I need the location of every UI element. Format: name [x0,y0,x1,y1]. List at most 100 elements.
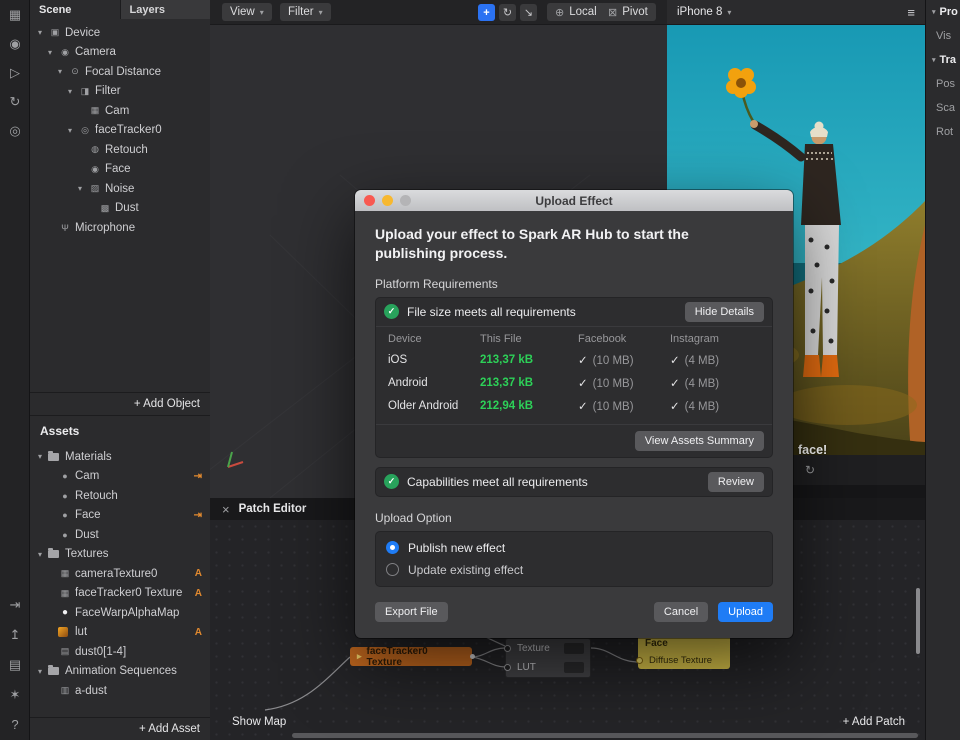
radio-unselected-icon[interactable] [386,563,399,577]
asset-label: Dust [75,528,99,541]
scale-tool-button[interactable]: ↘ [520,4,537,21]
asset-label: Textures [65,548,109,561]
disclosure-triangle-icon[interactable]: ▾ [68,126,78,135]
add-asset-button[interactable]: + Add Asset [30,717,210,740]
view-dropdown-label: View [230,6,255,18]
archive-icon[interactable]: ▤ [9,658,21,672]
export-file-button[interactable]: Export File [375,601,448,622]
asset-folder-materials[interactable]: ▾ Materials [30,447,210,467]
tree-item-retouch[interactable]: ◍ Retouch [30,140,210,160]
inspector-row-rot[interactable]: Rot [926,120,960,144]
patch-input-texture[interactable]: Texture [506,639,590,658]
disclosure-triangle-icon[interactable]: ▾ [48,48,58,57]
asset-item-a-dust[interactable]: ▥ a-dust [30,681,210,701]
move-tool-button[interactable]: + [478,4,495,21]
asset-item-retouch[interactable]: ● Retouch [30,486,210,506]
zoom-window-button[interactable] [400,195,411,206]
inspector-label: Sca [936,102,955,114]
upload-button[interactable]: Upload [718,601,773,622]
tree-item-label: Noise [105,182,135,195]
filter-dropdown[interactable]: Filter ▾ [280,3,331,21]
disclosure-triangle-icon[interactable]: ▾ [38,28,48,37]
disclosure-triangle-icon[interactable]: ▾ [78,184,88,193]
tree-item-face[interactable]: ◉ Face [30,160,210,180]
hide-details-button[interactable]: Hide Details [684,301,764,322]
patch-value-chip[interactable] [564,643,584,654]
review-button[interactable]: Review [707,471,764,492]
inspector-section-pro[interactable]: ▾ Pro [926,0,960,24]
play-icon[interactable]: ▷ [10,66,20,80]
tree-item-device[interactable]: ▾ ▣ Device [30,23,210,43]
camera-icon[interactable]: ◉ [9,37,20,51]
patch-face-material[interactable]: Face Diffuse Texture [638,635,730,669]
tab-layers[interactable]: Layers [119,0,210,19]
tree-item-camera[interactable]: ▾ ◉ Camera [30,43,210,63]
patch-facetracker0-texture[interactable]: ▸ faceTracker0 Texture [350,646,475,668]
show-map-button[interactable]: Show Map [232,716,286,728]
asset-item-lut[interactable]: lut A [30,623,210,643]
asset-item-cam[interactable]: ● Cam ⇥ [30,467,210,487]
restart-icon[interactable]: ↻ [10,95,21,109]
cancel-button[interactable]: Cancel [653,601,709,622]
tree-item-noise[interactable]: ▾ ▨ Noise [30,179,210,199]
disclosure-triangle-icon[interactable]: ▾ [38,667,48,676]
patch-lut[interactable]: Texture LUT [505,638,591,678]
disclosure-triangle-icon[interactable]: ▾ [58,67,68,76]
bug-icon[interactable]: ✶ [10,688,21,702]
asset-item-face[interactable]: ● Face ⇥ [30,506,210,526]
disclosure-triangle-icon[interactable]: ▾ [38,550,48,559]
inspector-row-sca[interactable]: Sca [926,96,960,120]
tree-item-facetracker0[interactable]: ▾ ◎ faceTracker0 [30,121,210,141]
radio-selected-icon[interactable] [386,541,399,555]
workspace-grid-icon[interactable]: ▦ [9,8,21,22]
tree-item-label: Microphone [75,221,136,234]
close-window-button[interactable] [364,195,375,206]
minimize-window-button[interactable] [382,195,393,206]
disclosure-triangle-icon[interactable]: ▾ [38,452,48,461]
transform-tool-group: + ↻ ↘ [478,4,537,21]
patch-value-chip[interactable] [564,662,584,673]
view-assets-summary-button[interactable]: View Assets Summary [634,430,764,451]
tree-item-filter[interactable]: ▾ ◨ Filter [30,82,210,102]
texture-icon: ▦ [60,568,70,579]
asset-item-facetracker0-texture[interactable]: ▦ faceTracker0 Texture A [30,584,210,604]
patch-input-lut[interactable]: LUT [506,658,590,677]
rotate-tool-button[interactable]: ↻ [499,4,516,21]
asset-item-facewarpalphamap[interactable]: ● FaceWarpAlphaMap [30,603,210,623]
disclosure-triangle-icon[interactable]: ▾ [68,87,78,96]
face-tracker-icon: ◎ [81,124,89,135]
asset-item-cameratexture0[interactable]: ▦ cameraTexture0 A [30,564,210,584]
horizontal-scrollbar[interactable] [292,733,918,738]
hamburger-menu-icon[interactable]: ≡ [907,5,915,20]
zoom-icon[interactable]: ◎ [9,124,20,138]
asset-item-dust0[interactable]: ▤ dust0[1-4] [30,642,210,662]
inspector-section-tra[interactable]: ▾ Tra [926,48,960,72]
inspector-row-vis[interactable]: Vis [926,24,960,48]
vertical-scrollbar[interactable] [916,588,920,654]
asset-folder-textures[interactable]: ▾ Textures [30,545,210,565]
tree-item-dust[interactable]: ▩ Dust [30,199,210,219]
close-icon[interactable]: × [222,502,230,517]
publish-new-effect-option[interactable]: Publish new effect [386,537,762,559]
tree-item-focal-distance[interactable]: ▾ ⊙ Focal Distance [30,62,210,82]
update-existing-effect-option[interactable]: Update existing effect [386,559,762,581]
help-icon[interactable]: ? [11,718,18,732]
asset-label: a-dust [75,684,107,697]
dialog-titlebar[interactable]: Upload Effect [355,190,793,211]
export-icon[interactable]: ↥ [10,628,21,642]
pivot-toggle-button[interactable]: ⊠ Pivot [600,3,656,21]
tab-scene[interactable]: Scene [30,0,120,19]
rotate-preview-icon[interactable]: ↻ [805,463,815,477]
asset-item-dust[interactable]: ● Dust [30,525,210,545]
send-to-device-icon[interactable]: ⇥ [10,598,21,612]
device-selector-dropdown[interactable]: iPhone 8 ▾ [677,6,731,18]
patch-input-diffuse-texture[interactable]: Diffuse Texture [638,651,730,669]
add-object-button[interactable]: + Add Object [30,392,210,415]
inspector-row-pos[interactable]: Pos [926,72,960,96]
tree-item-microphone[interactable]: Ψ Microphone [30,218,210,238]
add-patch-button[interactable]: + Add Patch [843,716,905,728]
local-toggle-button[interactable]: ⊕ Local [547,3,605,21]
asset-folder-animation-sequences[interactable]: ▾ Animation Sequences [30,662,210,682]
view-dropdown[interactable]: View ▾ [222,3,272,21]
tree-item-cam[interactable]: ▦ Cam [30,101,210,121]
